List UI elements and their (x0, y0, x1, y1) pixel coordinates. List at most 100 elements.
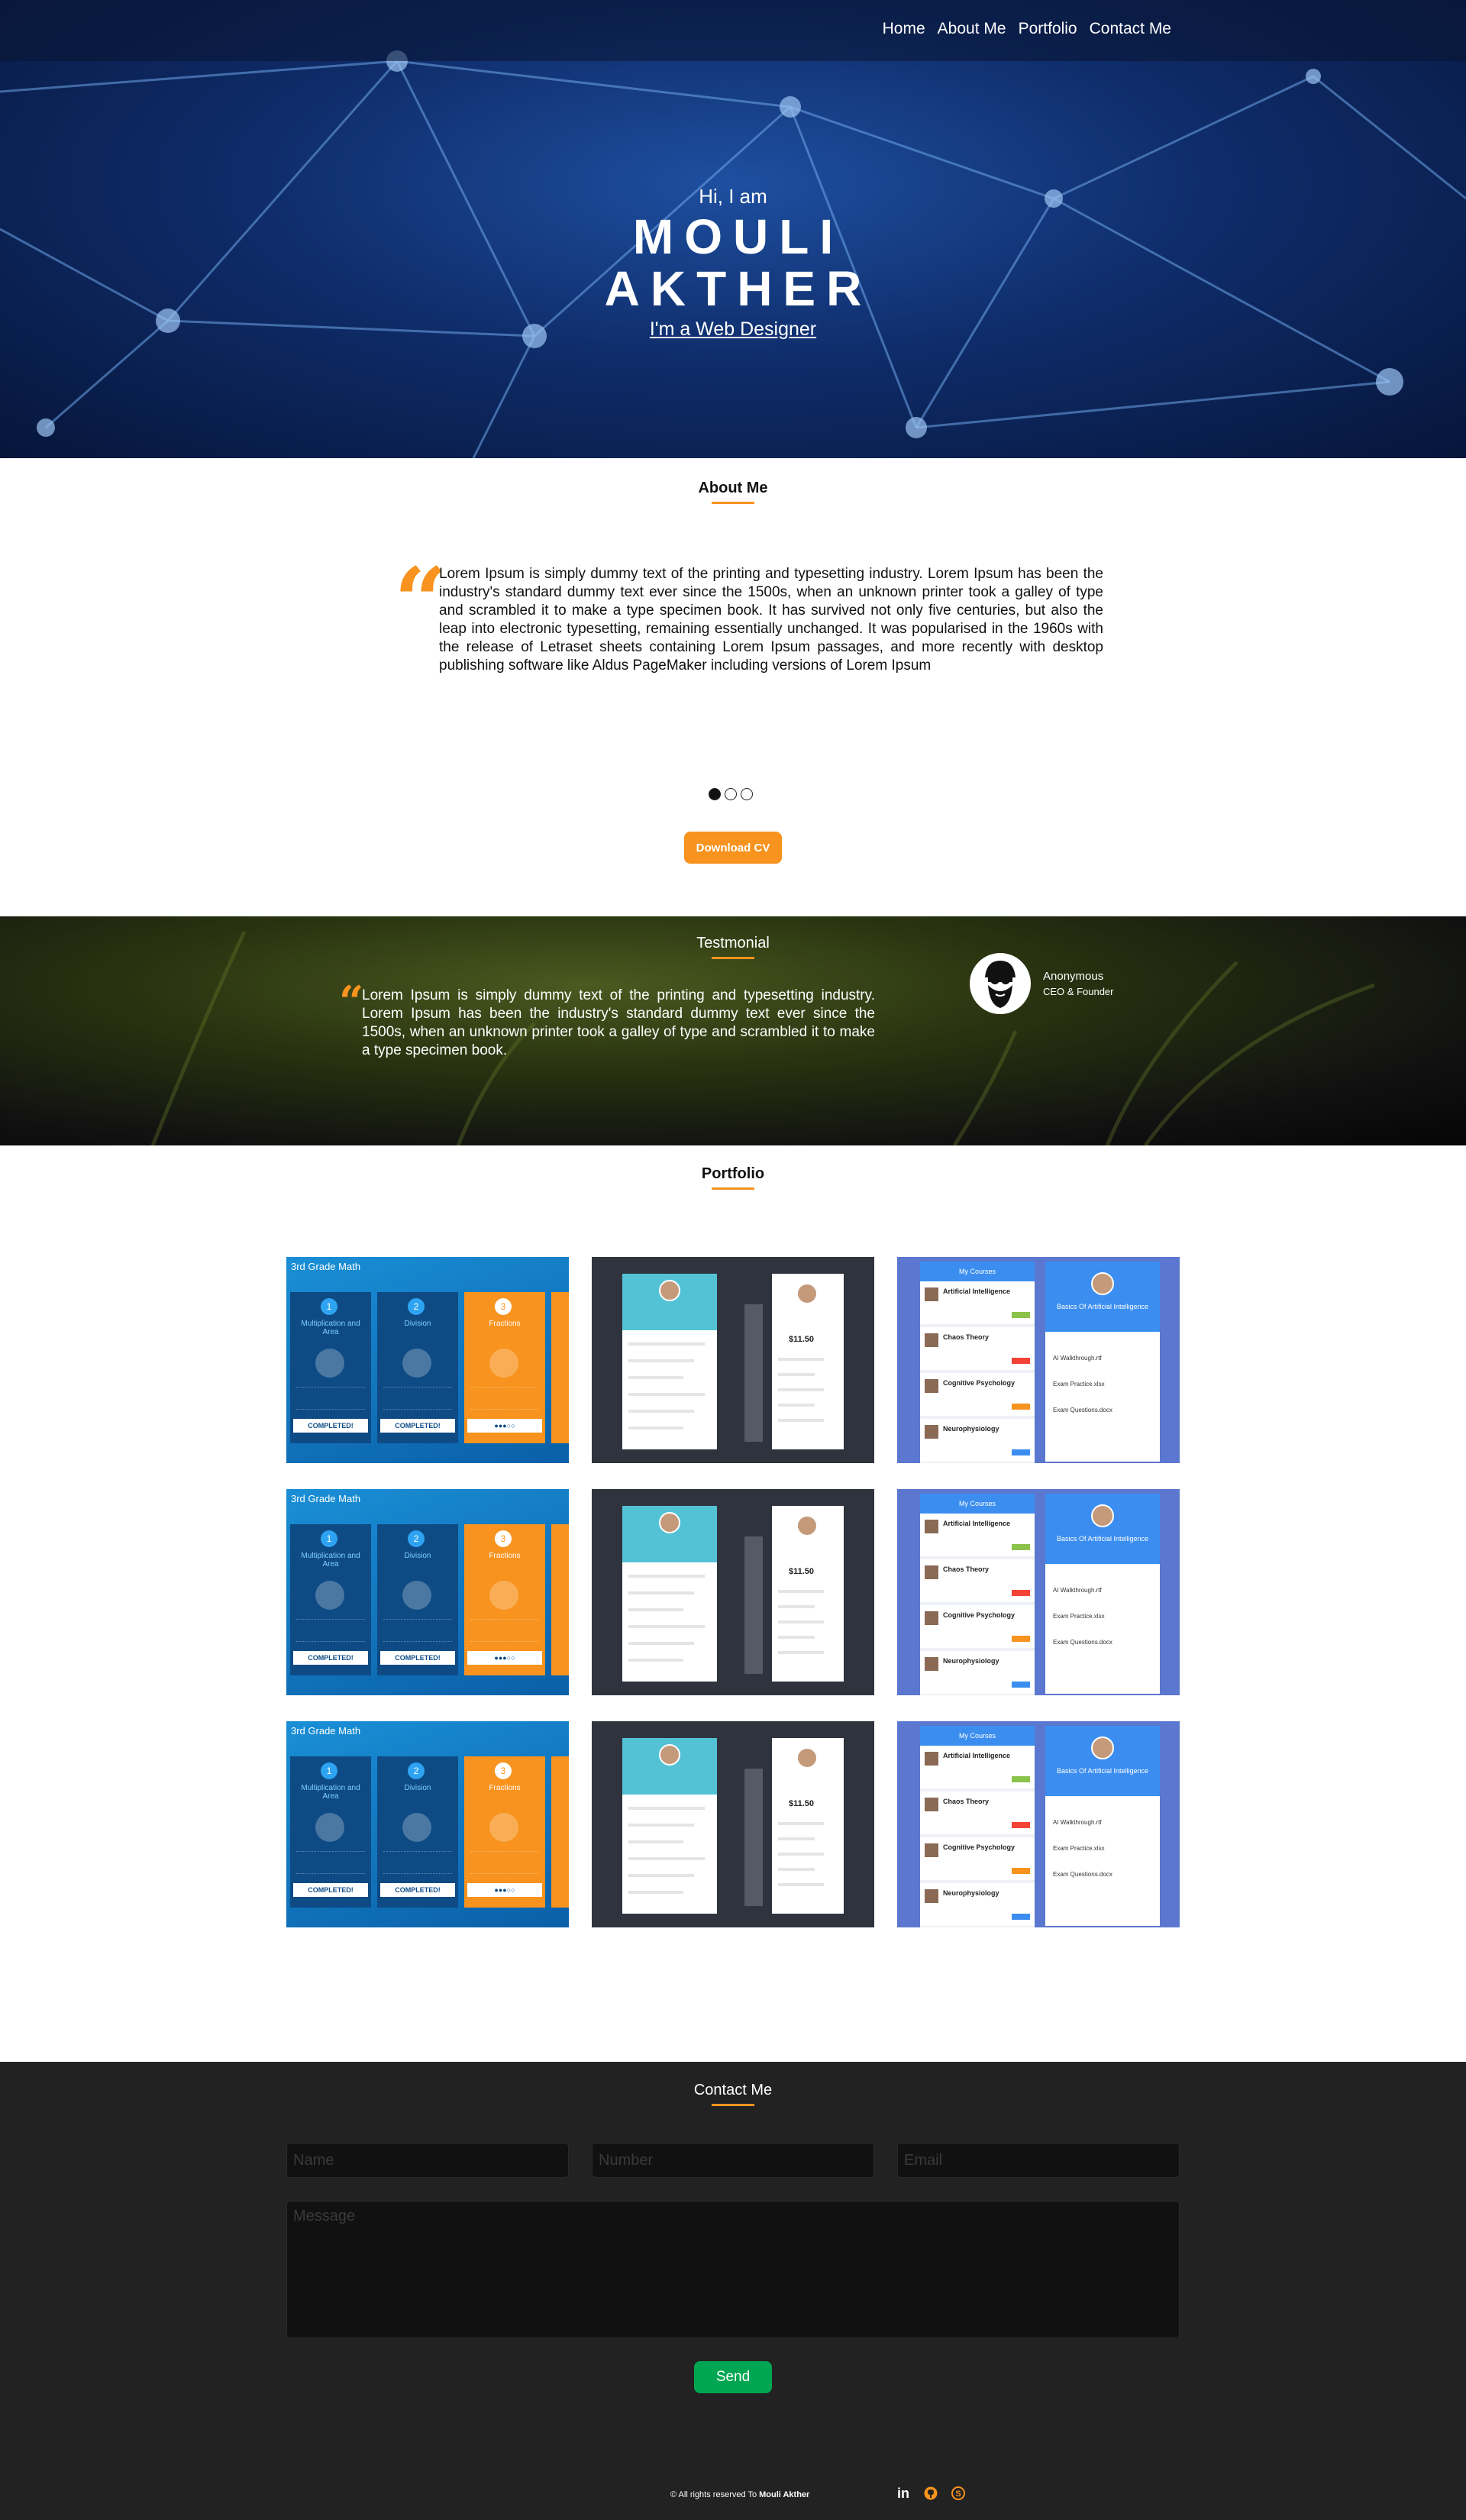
nav-about-me[interactable]: About Me (938, 20, 1006, 38)
course-thumbnail (925, 1657, 938, 1671)
message-input[interactable] (286, 2201, 1180, 2338)
text-line (628, 1824, 694, 1827)
math-topic-column-partial (551, 1524, 569, 1675)
topic-description (296, 1619, 365, 1642)
price-label: $11.50 (789, 1567, 815, 1576)
skype-link[interactable]: S (950, 2485, 967, 2502)
topic-number: 2 (408, 1762, 425, 1779)
topic-label: Multiplication and Area (301, 1784, 360, 1801)
status-badge (1012, 1404, 1030, 1410)
profile-screen (622, 1274, 717, 1449)
hero-text: Hi, I am MOULI AKTHER I'm a Web Designer (0, 185, 1466, 341)
author-avatar (970, 953, 1031, 1014)
hero-role: I'm a Web Designer (649, 318, 817, 340)
topic-icon (402, 1581, 431, 1610)
course-thumbnail (925, 1752, 938, 1766)
course-detail-title: Basics Of Artificial Intelligence (1056, 1303, 1149, 1310)
portfolio-courses-app[interactable]: My Courses Artificial Intelligence Chaos… (897, 1489, 1180, 1695)
profile-screen (622, 1738, 717, 1914)
math-topic-column: 2 Division COMPLETED! (377, 1292, 458, 1443)
number-input[interactable] (592, 2143, 874, 2178)
name-input[interactable] (286, 2143, 569, 2178)
author-name: Anonymous (1043, 970, 1104, 983)
github-link[interactable] (922, 2485, 939, 2502)
completed-label: COMPLETED! (380, 1651, 455, 1665)
course-thumbnail (925, 1843, 938, 1857)
file-item: Exam Practice.xlsx (1053, 1613, 1105, 1620)
file-item: Exam Questions.docx (1053, 1407, 1112, 1413)
text-line (628, 1874, 694, 1877)
course-thumbnail (925, 1565, 938, 1579)
topic-icon (315, 1349, 344, 1378)
nav-portfolio[interactable]: Portfolio (1019, 20, 1077, 38)
course-detail-header: Basics Of Artificial Intelligence (1045, 1262, 1160, 1332)
courses-screen: My Courses Artificial Intelligence Chaos… (920, 1726, 1035, 1927)
file-item: Exam Questions.docx (1053, 1871, 1112, 1878)
avatar (659, 1512, 680, 1533)
avatar (796, 1283, 818, 1304)
testimonial-heading: Testmonial (0, 935, 1466, 959)
status-badge (1012, 1822, 1030, 1828)
portfolio-profile-app[interactable]: $11.50 (592, 1721, 874, 1927)
course-name: Neurophysiology (943, 1889, 999, 1897)
text-line (778, 1883, 824, 1886)
status-badge (1012, 1636, 1030, 1642)
portfolio-math-app[interactable]: 3rd Grade Math 1 Multiplication and Area… (286, 1721, 569, 1927)
linkedin-link[interactable]: in (895, 2485, 912, 2502)
nav-home[interactable]: Home (883, 20, 925, 38)
topic-description (470, 1619, 539, 1642)
profile-header (622, 1274, 717, 1330)
completed-label: COMPLETED! (380, 1419, 455, 1433)
course-thumbnail (925, 1798, 938, 1811)
email-input[interactable] (897, 2143, 1180, 2178)
status-badge (1012, 1449, 1030, 1455)
topic-icon (489, 1349, 518, 1378)
topic-label: Division (404, 1784, 431, 1792)
booking-screen: $11.50 (772, 1506, 844, 1682)
nav-contact-me[interactable]: Contact Me (1090, 20, 1171, 38)
text-line (628, 1857, 705, 1860)
topic-icon (489, 1581, 518, 1610)
topic-icon (315, 1581, 344, 1610)
portfolio-courses-app[interactable]: My Courses Artificial Intelligence Chaos… (897, 1257, 1180, 1463)
course-detail-screen: Basics Of Artificial Intelligence AI Wal… (1045, 1726, 1160, 1926)
status-badge (1012, 1914, 1030, 1920)
profile-header (622, 1738, 717, 1795)
portfolio-heading: Portfolio (0, 1165, 1466, 1190)
heading-underline (712, 1187, 754, 1190)
math-topic-column-partial (551, 1292, 569, 1443)
slider-dot-3[interactable] (741, 788, 753, 800)
slider-dot-2[interactable] (725, 788, 737, 800)
topic-icon (402, 1813, 431, 1842)
math-topic-column-partial (551, 1756, 569, 1908)
text-line (628, 1342, 705, 1346)
topic-number: 2 (408, 1530, 425, 1547)
course-item: Cognitive Psychology (920, 1837, 1035, 1883)
about-title: About Me (698, 480, 768, 496)
price-label: $11.50 (789, 1335, 815, 1344)
slider-dot-1[interactable] (709, 788, 721, 800)
file-item: AI Walkthrough.rtf (1053, 1355, 1102, 1362)
download-cv-button[interactable]: Download CV (684, 832, 782, 864)
courses-header: My Courses (920, 1494, 1035, 1514)
bearded-man-icon (985, 961, 1016, 1008)
course-item: Chaos Theory (920, 1791, 1035, 1837)
portfolio-grid: 3rd Grade Math 1 Multiplication and Area… (286, 1257, 1180, 1927)
profile-header (622, 1506, 717, 1562)
send-button[interactable]: Send (694, 2361, 772, 2393)
portfolio-courses-app[interactable]: My Courses Artificial Intelligence Chaos… (897, 1721, 1180, 1927)
portfolio-profile-app[interactable]: $11.50 (592, 1257, 874, 1463)
text-line (628, 1359, 694, 1362)
completed-label: COMPLETED! (293, 1883, 368, 1897)
portfolio-math-app[interactable]: 3rd Grade Math 1 Multiplication and Area… (286, 1489, 569, 1695)
completed-label: COMPLETED! (293, 1419, 368, 1433)
top-navbar (0, 0, 1466, 61)
progress-dots: ●●●○○ (467, 1419, 542, 1433)
portfolio-math-app[interactable]: 3rd Grade Math 1 Multiplication and Area… (286, 1257, 569, 1463)
quote-icon: “ (339, 977, 364, 1027)
course-item: Cognitive Psychology (920, 1605, 1035, 1651)
course-name: Chaos Theory (943, 1798, 990, 1805)
portfolio-profile-app[interactable]: $11.50 (592, 1489, 874, 1695)
status-badge (1012, 1590, 1030, 1596)
text-line (628, 1807, 705, 1810)
